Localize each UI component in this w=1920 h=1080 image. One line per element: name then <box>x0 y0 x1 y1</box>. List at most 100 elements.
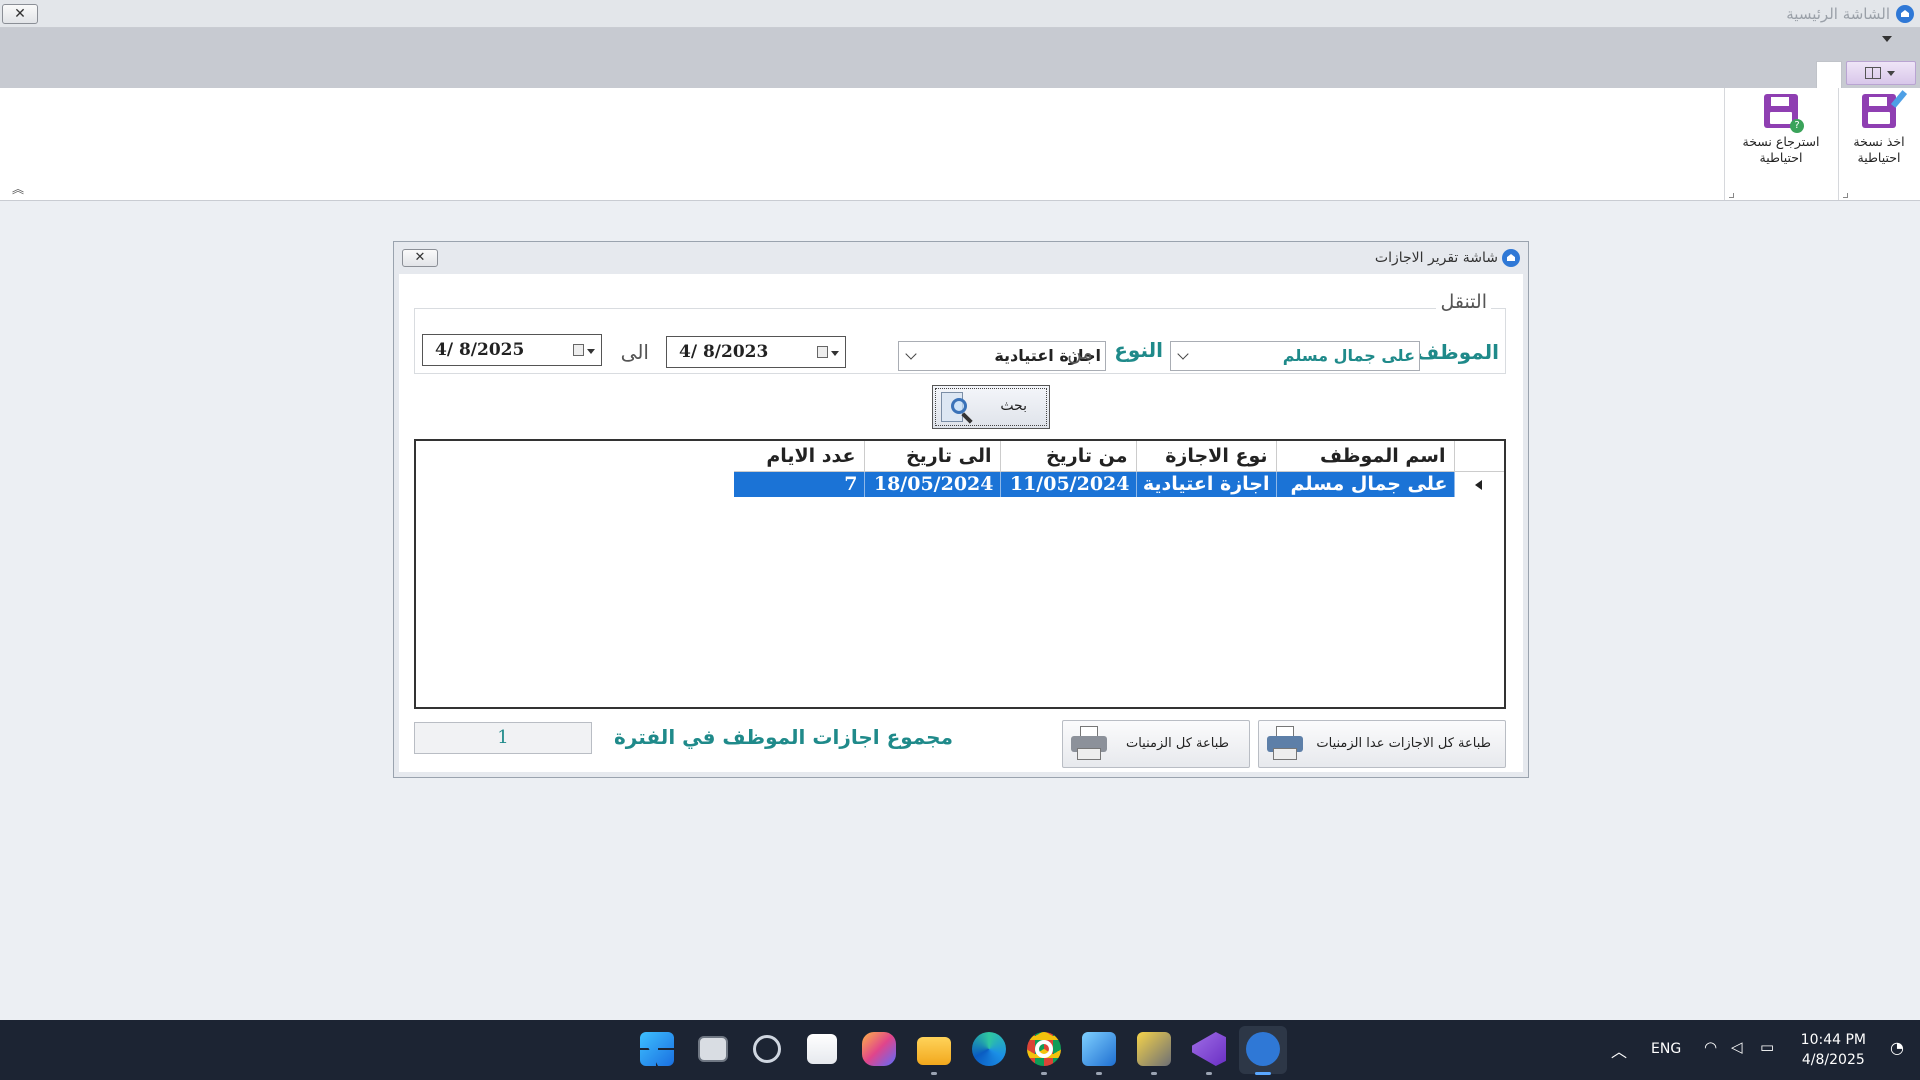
volume-icon[interactable]: ◁ <box>1731 1038 1743 1056</box>
task-view-icon[interactable] <box>698 1036 728 1062</box>
group-launcher-icon[interactable] <box>1729 193 1734 198</box>
column-header-days[interactable]: عدد الايام <box>734 441 865 472</box>
running-indicator <box>1206 1072 1212 1075</box>
row-selector[interactable] <box>1454 471 1504 497</box>
quick-access-dropdown-icon[interactable] <box>1882 36 1892 42</box>
main-titlebar: ✕ الشاشة الرئيسية <box>0 0 1920 28</box>
ribbon-collapse-icon[interactable]: ︽ <box>12 180 24 197</box>
employee-combobox[interactable]: على جمال مسلم <box>1170 341 1420 371</box>
visual-studio-icon[interactable] <box>1192 1032 1226 1066</box>
active-indicator <box>1255 1072 1271 1075</box>
ribbon-group-backup: اخذ نسخة احتياطية <box>1838 88 1920 200</box>
calendar-icon[interactable] <box>573 344 584 356</box>
total-label: مجموع اجازات الموظف في الفترة <box>614 725 953 749</box>
employee-value: على جمال مسلم <box>1282 346 1415 365</box>
type-label: النوع <box>1114 338 1163 362</box>
from-date-picker[interactable]: 4/ 8/2023 <box>666 336 846 368</box>
to-date-value: 4/ 8/2025 <box>435 340 525 360</box>
running-indicator <box>931 1072 937 1075</box>
from-label: من <box>1067 340 1093 364</box>
home-icon <box>1502 249 1520 267</box>
running-indicator <box>1041 1072 1047 1075</box>
ribbon-group-restore: ? استرجاع نسخة احتياطية <box>1724 88 1838 200</box>
language-indicator[interactable]: ENG <box>1651 1041 1681 1057</box>
store-icon[interactable] <box>807 1034 837 1064</box>
dialog-titlebar: ✕ شاشة تقرير الاجازات <box>394 242 1528 274</box>
wifi-icon[interactable]: ◠ <box>1704 1038 1717 1056</box>
leave-report-dialog: ✕ شاشة تقرير الاجازات التنقل الموظف على … <box>393 241 1529 778</box>
print-all-except-label: طباعة كل الاجازات عدا الزمنيات <box>1316 736 1491 751</box>
leave-grid[interactable]: اسم الموظف نوع الاجازة من تاريخ الى تاري… <box>414 439 1506 709</box>
column-header-employee[interactable]: اسم الموظف <box>1276 441 1455 472</box>
dialog-title: شاشة تقرير الاجازات <box>1374 250 1498 266</box>
main-close-button[interactable]: ✕ <box>2 4 38 24</box>
print-all-except-timed-button[interactable]: طباعة كل الاجازات عدا الزمنيات <box>1258 720 1506 768</box>
ribbon-body: اخذ نسخة احتياطية ? استرجاع نسخة احتياطي… <box>0 88 1920 201</box>
print-all-timed-button[interactable]: طباعة كل الزمنيات <box>1062 720 1250 768</box>
notification-bell-icon[interactable]: ◔ <box>1890 1038 1904 1057</box>
backup-button[interactable]: اخذ نسخة احتياطية <box>1831 90 1920 166</box>
dialog-close-button[interactable]: ✕ <box>402 249 438 267</box>
table-header-row: اسم الموظف نوع الاجازة من تاريخ الى تاري… <box>734 441 1504 472</box>
backup-label-line2: احتياطية <box>1857 150 1901 165</box>
search-label: بحث <box>1000 398 1027 414</box>
chevron-down-icon <box>1887 71 1895 76</box>
column-header-to[interactable]: الى تاريخ <box>864 441 1001 472</box>
chevron-down-icon[interactable] <box>905 348 917 360</box>
clock[interactable]: 10:44 PM 4/8/2025 <box>1801 1030 1866 1070</box>
photos-icon[interactable] <box>1082 1032 1116 1066</box>
leave-table: اسم الموظف نوع الاجازة من تاريخ الى تاري… <box>734 441 1504 497</box>
cell-employee[interactable]: على جمال مسلم <box>1276 471 1455 497</box>
battery-icon[interactable]: ▭ <box>1760 1038 1774 1056</box>
layout-panel-icon <box>1865 67 1881 79</box>
main-window-title: الشاشة الرئيسية <box>1786 5 1890 23</box>
to-label: الى <box>620 340 649 364</box>
column-header-type[interactable]: نوع الاجازة <box>1136 441 1277 472</box>
printer-icon <box>1267 726 1303 762</box>
chevron-down-icon[interactable] <box>831 351 839 356</box>
navigation-legend: التنقل <box>1436 291 1491 313</box>
taskbar: ︿ ENG ◠ ◁ ▭ 10:44 PM 4/8/2025 ◔ <box>0 1020 1920 1080</box>
chevron-down-icon[interactable] <box>587 349 595 354</box>
navigation-group: التنقل الموظف على جمال مسلم النوع اجازة … <box>414 291 1506 374</box>
cell-days[interactable]: 7 <box>734 471 865 497</box>
magnifier-icon <box>941 390 975 424</box>
cell-from[interactable]: 11/05/2024 <box>1000 471 1137 497</box>
home-icon <box>1896 5 1914 23</box>
home-app-icon[interactable] <box>1246 1032 1280 1066</box>
table-row[interactable]: على جمال مسلم اجازة اعتيادية 11/05/2024 … <box>734 471 1504 497</box>
edge-icon[interactable] <box>972 1032 1006 1066</box>
cell-type[interactable]: اجازة اعتيادية <box>1136 471 1277 497</box>
clock-date: 4/8/2025 <box>1801 1052 1865 1068</box>
windows-start-icon[interactable] <box>640 1032 674 1066</box>
save-restore-icon: ? <box>1764 94 1804 133</box>
cell-to[interactable]: 18/05/2024 <box>864 471 1001 497</box>
dialog-client-area: التنقل الموظف على جمال مسلم النوع اجازة … <box>399 274 1523 772</box>
row-header-corner <box>1454 441 1504 472</box>
copilot-icon[interactable] <box>862 1032 896 1066</box>
to-date-picker[interactable]: 4/ 8/2025 <box>422 334 602 366</box>
power-app-icon[interactable] <box>753 1035 781 1063</box>
file-explorer-icon[interactable] <box>917 1037 951 1065</box>
chevron-down-icon[interactable] <box>1177 348 1189 360</box>
tools-icon[interactable] <box>1137 1032 1171 1066</box>
printer-icon <box>1071 726 1107 762</box>
search-button[interactable]: بحث <box>932 385 1050 429</box>
backup-label-line1: اخذ نسخة <box>1853 134 1905 149</box>
column-header-from[interactable]: من تاريخ <box>1000 441 1137 472</box>
calendar-icon[interactable] <box>817 346 828 358</box>
ribbon-tab-strip <box>0 28 1920 88</box>
ribbon-layout-toggle[interactable] <box>1846 61 1916 85</box>
chrome-icon[interactable] <box>1027 1032 1061 1066</box>
save-edit-icon <box>1862 90 1908 128</box>
restore-label-line1: استرجاع نسخة <box>1742 134 1820 149</box>
employee-label: الموظف <box>1416 340 1499 364</box>
ribbon-tab-home[interactable] <box>1816 61 1842 88</box>
print-all-timed-label: طباعة كل الزمنيات <box>1125 736 1229 751</box>
running-indicator <box>1151 1072 1157 1075</box>
restore-button[interactable]: ? استرجاع نسخة احتياطية <box>1733 94 1829 166</box>
clock-time: 10:44 PM <box>1800 1032 1866 1048</box>
tray-overflow-icon[interactable]: ︿ <box>1611 1038 1627 1062</box>
group-launcher-icon[interactable] <box>1843 193 1848 198</box>
restore-label-line2: احتياطية <box>1759 150 1803 165</box>
